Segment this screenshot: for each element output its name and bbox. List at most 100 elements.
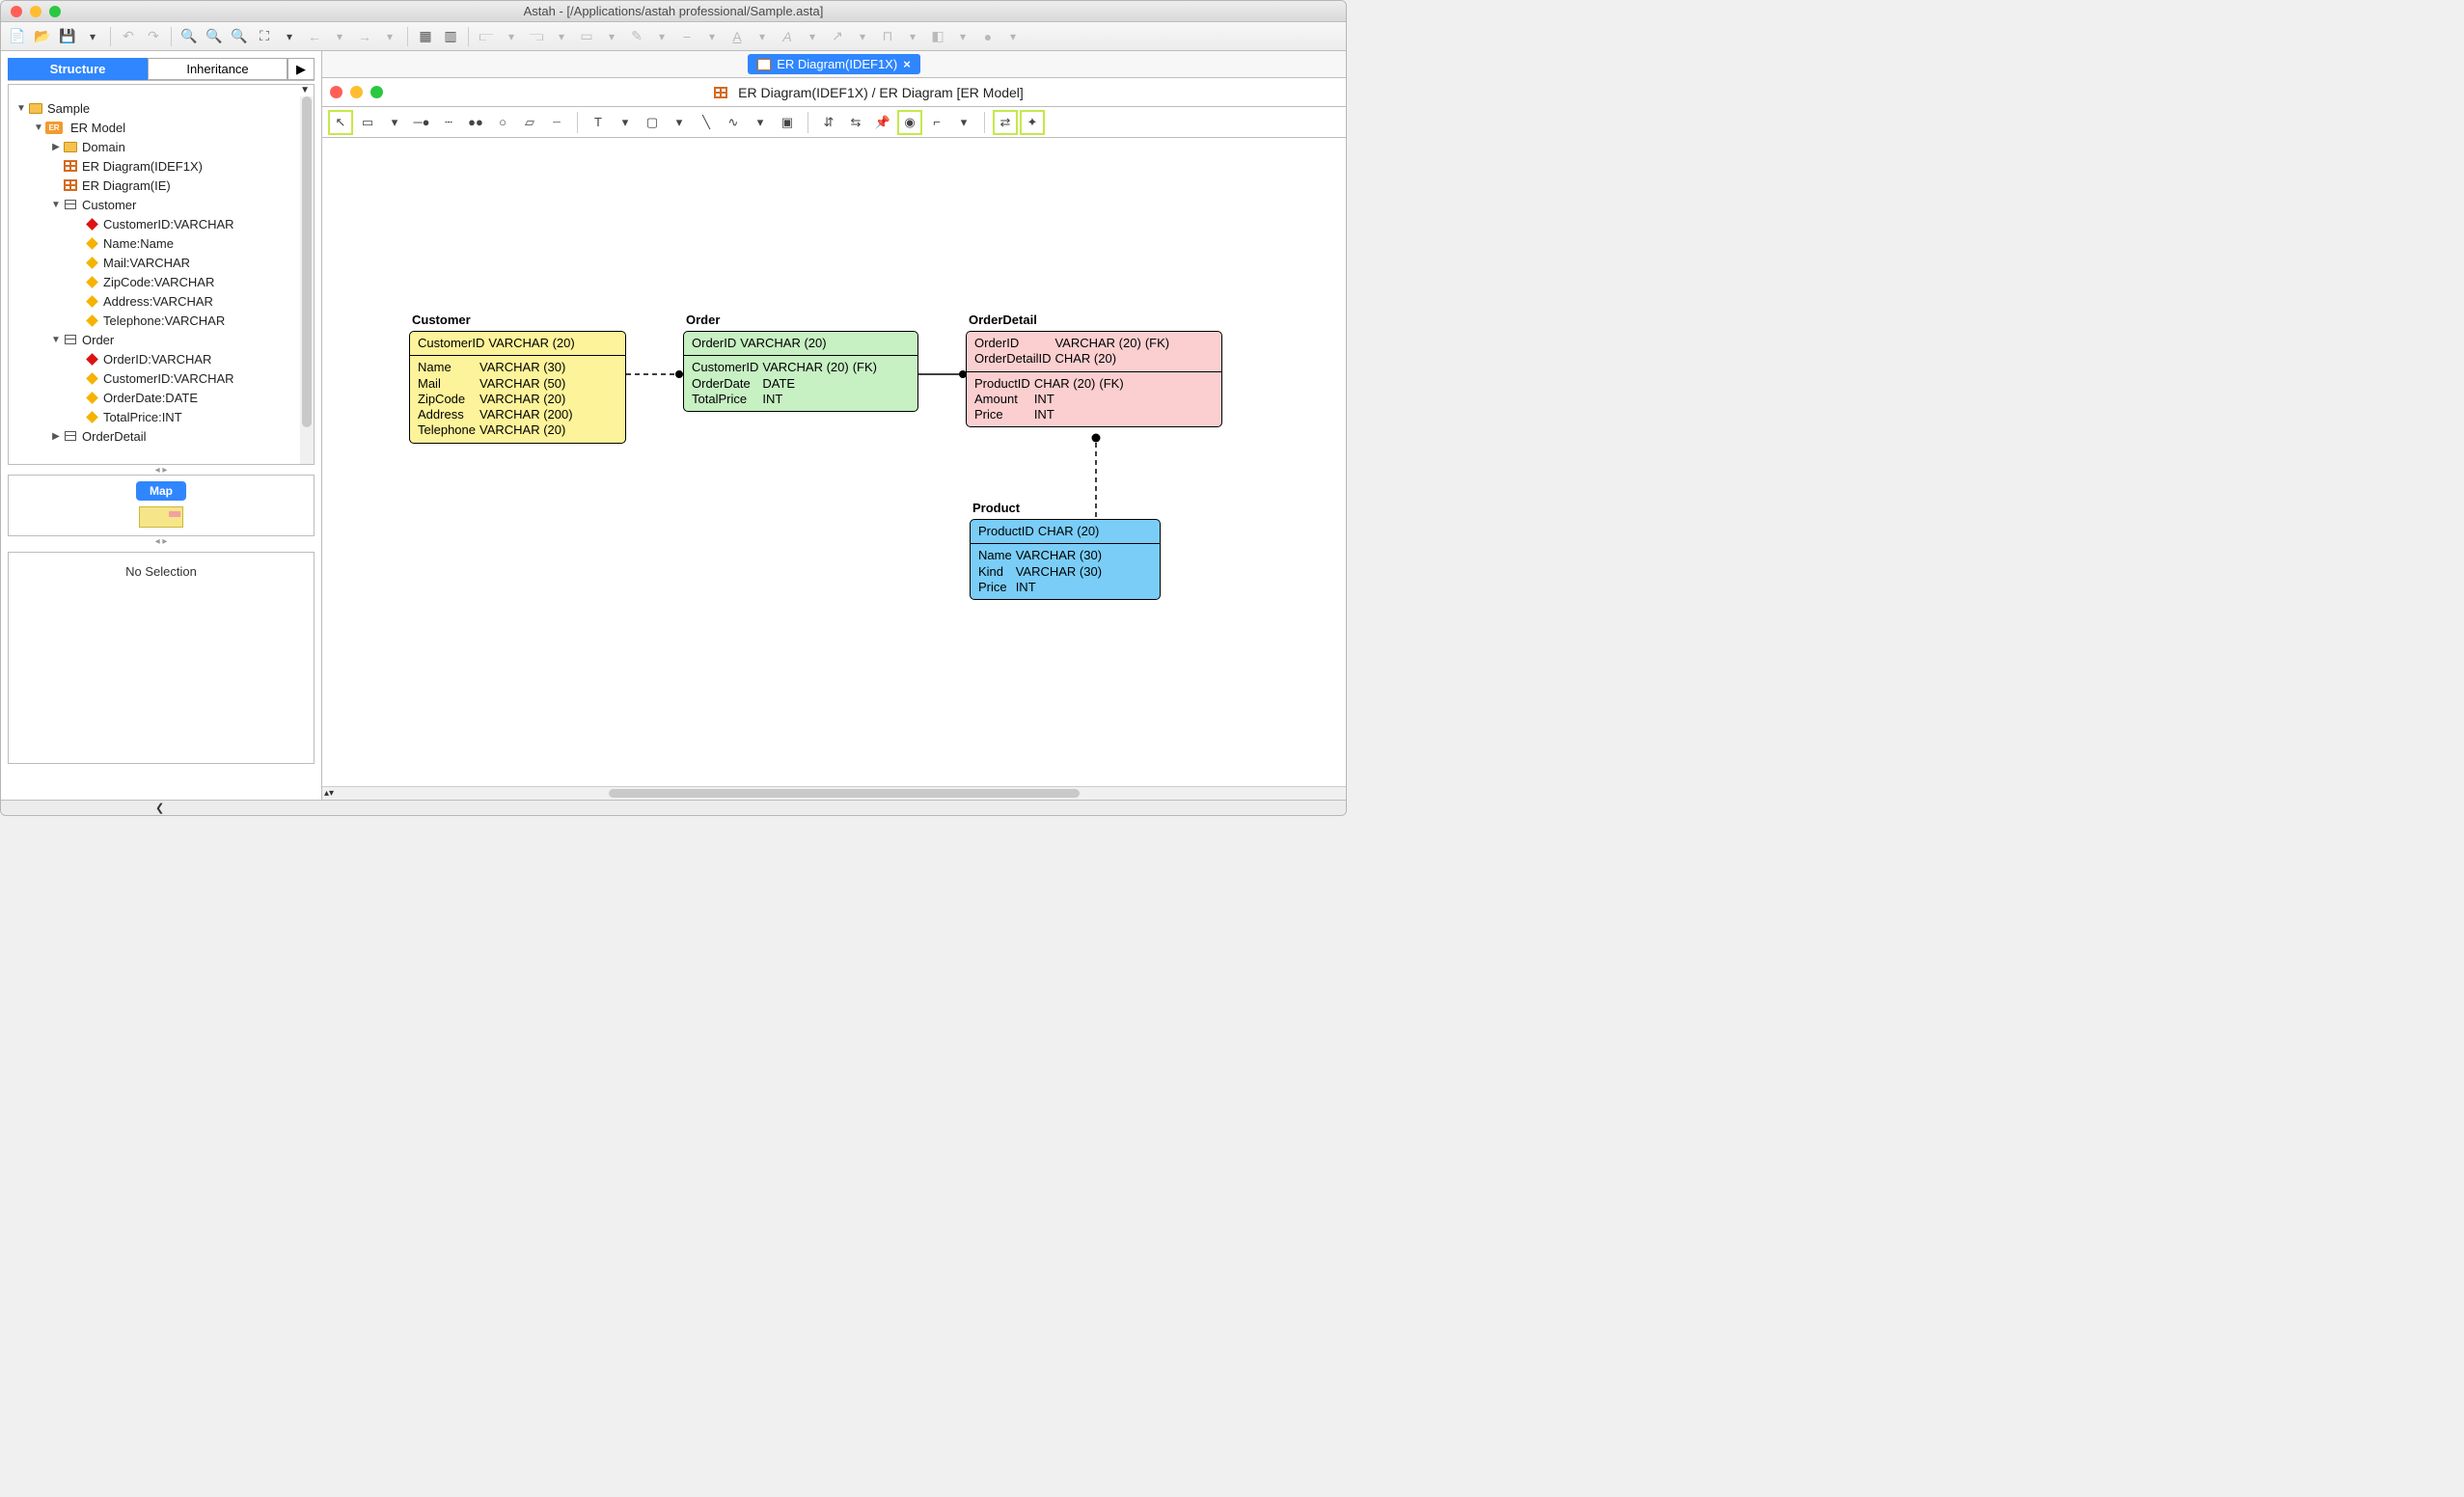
tree-node-diagram-ie[interactable]: ER Diagram(IE) — [9, 176, 314, 195]
auto-layout-tool-1[interactable]: ⇄ — [995, 112, 1016, 133]
tree-scrollbar[interactable] — [300, 96, 314, 464]
tree-node-attr[interactable]: Mail:VARCHAR — [9, 253, 314, 272]
collapse-sidebar-button[interactable]: ❮ — [155, 802, 164, 814]
tree-menu-dropdown[interactable]: ▼ — [9, 85, 314, 96]
tab-inheritance[interactable]: Inheritance — [148, 58, 287, 80]
font-button[interactable]: A — [777, 26, 798, 47]
tab-structure[interactable]: Structure — [8, 58, 148, 80]
subtype-tool[interactable]: ▱ — [519, 112, 540, 133]
entity-tool[interactable]: ▭ — [357, 112, 378, 133]
tree-node-diagram-idef1x[interactable]: ER Diagram(IDEF1X) — [9, 156, 314, 176]
select-tool[interactable]: ↖ — [330, 112, 351, 133]
fill-button[interactable]: ● — [977, 26, 999, 47]
new-file-button[interactable]: 📄 — [7, 26, 28, 47]
freehand-dropdown[interactable]: ▾ — [750, 112, 771, 133]
auto-layout-tool-2[interactable]: ✦ — [1022, 112, 1043, 133]
forward-button[interactable]: → — [354, 26, 375, 47]
shape-button[interactable]: ◧ — [927, 26, 948, 47]
style-dropdown-1[interactable]: ▾ — [651, 26, 672, 47]
disclosure-triangle-icon[interactable]: ▶ — [49, 142, 63, 152]
connector-button[interactable]: ⊓ — [877, 26, 898, 47]
relation-tool-4[interactable]: ○ — [492, 112, 513, 133]
back-button[interactable]: ← — [304, 26, 325, 47]
diagram-canvas[interactable]: Customer CustomerIDVARCHAR (20) NameVARC… — [322, 138, 1346, 786]
tree-node-attr[interactable]: CustomerID:VARCHAR — [9, 214, 314, 233]
map-thumbnail[interactable] — [139, 506, 183, 528]
editor-close-button[interactable] — [330, 86, 342, 98]
font-dropdown[interactable]: ▾ — [802, 26, 823, 47]
align-dropdown-1[interactable]: ▾ — [501, 26, 522, 47]
undo-button[interactable]: ↶ — [118, 26, 139, 47]
align-button-1[interactable]: ⫍ — [476, 26, 497, 47]
entity-orderdetail[interactable]: OrderDetail OrderIDVARCHAR (20)(FK) Orde… — [966, 331, 1222, 427]
text-tool-dropdown[interactable]: ▾ — [615, 112, 636, 133]
font-color-dropdown[interactable]: ▾ — [752, 26, 773, 47]
canvas-resize-grip[interactable]: ▴▾ — [324, 788, 334, 799]
shape-dropdown[interactable]: ▾ — [952, 26, 973, 47]
entity-order[interactable]: Order OrderIDVARCHAR (20) CustomerIDVARC… — [683, 331, 918, 412]
line-button[interactable]: ↗ — [827, 26, 848, 47]
tree-node-sample[interactable]: ▼ Sample — [9, 98, 314, 118]
editor-minimize-button[interactable] — [350, 86, 363, 98]
line-draw-tool[interactable]: ╲ — [696, 112, 717, 133]
relation-tool-2[interactable]: ┄ — [438, 112, 459, 133]
back-dropdown[interactable]: ▾ — [329, 26, 350, 47]
style-dropdown-2[interactable]: ▾ — [701, 26, 723, 47]
disclosure-triangle-icon[interactable]: ▼ — [49, 200, 63, 210]
align-dropdown-2[interactable]: ▾ — [551, 26, 572, 47]
relation-order-orderdetail[interactable] — [918, 369, 967, 379]
line-dropdown[interactable]: ▾ — [852, 26, 873, 47]
text-tool[interactable]: T — [588, 112, 609, 133]
tree-node-domain[interactable]: ▶ Domain — [9, 137, 314, 156]
tree-node-attr[interactable]: OrderID:VARCHAR — [9, 349, 314, 368]
tree-node-order[interactable]: ▼ Order — [9, 330, 314, 349]
scrollbar-thumb[interactable] — [609, 789, 1080, 798]
size-dropdown[interactable]: ▾ — [601, 26, 622, 47]
tree-node-attr[interactable]: OrderDate:DATE — [9, 388, 314, 407]
canvas-horizontal-scrollbar[interactable]: ▴▾ — [322, 786, 1346, 800]
size-button[interactable]: ▭ — [576, 26, 597, 47]
connector-dropdown[interactable]: ▾ — [902, 26, 923, 47]
relation-orderdetail-product[interactable] — [1089, 433, 1103, 520]
tree-node-attr[interactable]: Telephone:VARCHAR — [9, 311, 314, 330]
rect-tool-dropdown[interactable]: ▾ — [669, 112, 690, 133]
tree-node-attr[interactable]: ZipCode:VARCHAR — [9, 272, 314, 291]
save-dropdown[interactable]: ▾ — [82, 26, 103, 47]
tab-overflow[interactable]: ▶ — [287, 58, 315, 80]
valign-tool[interactable]: ⇵ — [818, 112, 839, 133]
style-button-2[interactable]: ⎯ — [676, 26, 698, 47]
document-tab[interactable]: ER Diagram(IDEF1X) × — [748, 54, 920, 74]
scrollbar-thumb[interactable] — [302, 96, 312, 427]
splitter-handle[interactable]: ◂ ▸ — [1, 465, 321, 475]
zoom-in-button[interactable]: 🔍 — [178, 26, 200, 47]
tree-node-attr[interactable]: Name:Name — [9, 233, 314, 253]
save-file-button[interactable]: 💾 — [57, 26, 78, 47]
diagram-button-2[interactable]: ▥ — [440, 26, 461, 47]
entity-customer[interactable]: Customer CustomerIDVARCHAR (20) NameVARC… — [409, 331, 626, 444]
image-tool[interactable]: ▣ — [777, 112, 798, 133]
tree-node-ermodel[interactable]: ▼ ER ER Model — [9, 118, 314, 137]
diagram-button-1[interactable]: ▦ — [415, 26, 436, 47]
structure-tree[interactable]: ▼ Sample ▼ ER ER Model ▶ Domain — [9, 96, 314, 464]
freehand-tool[interactable]: ∿ — [723, 112, 744, 133]
pin-tool[interactable]: 📌 — [872, 112, 893, 133]
editor-zoom-button[interactable] — [370, 86, 383, 98]
style-button-1[interactable]: ✎ — [626, 26, 647, 47]
tree-node-customer[interactable]: ▼ Customer — [9, 195, 314, 214]
disclosure-triangle-icon[interactable]: ▼ — [32, 122, 45, 133]
zoom-out-button[interactable]: 🔍 — [229, 26, 250, 47]
forward-dropdown[interactable]: ▾ — [379, 26, 400, 47]
tree-node-attr[interactable]: Address:VARCHAR — [9, 291, 314, 311]
tree-node-orderdetail[interactable]: ▶ OrderDetail — [9, 426, 314, 446]
relation-customer-order[interactable] — [626, 369, 684, 379]
open-file-button[interactable]: 📂 — [32, 26, 53, 47]
connector-style-tool[interactable]: ⌐ — [926, 112, 947, 133]
disclosure-triangle-icon[interactable]: ▼ — [49, 335, 63, 345]
redo-button[interactable]: ↷ — [143, 26, 164, 47]
tree-node-attr[interactable]: TotalPrice:INT — [9, 407, 314, 426]
line-tool[interactable]: ┈ — [546, 112, 567, 133]
rect-tool[interactable]: ▢ — [642, 112, 663, 133]
tree-node-attr[interactable]: CustomerID:VARCHAR — [9, 368, 314, 388]
highlight-tool-1[interactable]: ◉ — [899, 112, 920, 133]
splitter-handle[interactable]: ◂ ▸ — [1, 536, 321, 546]
